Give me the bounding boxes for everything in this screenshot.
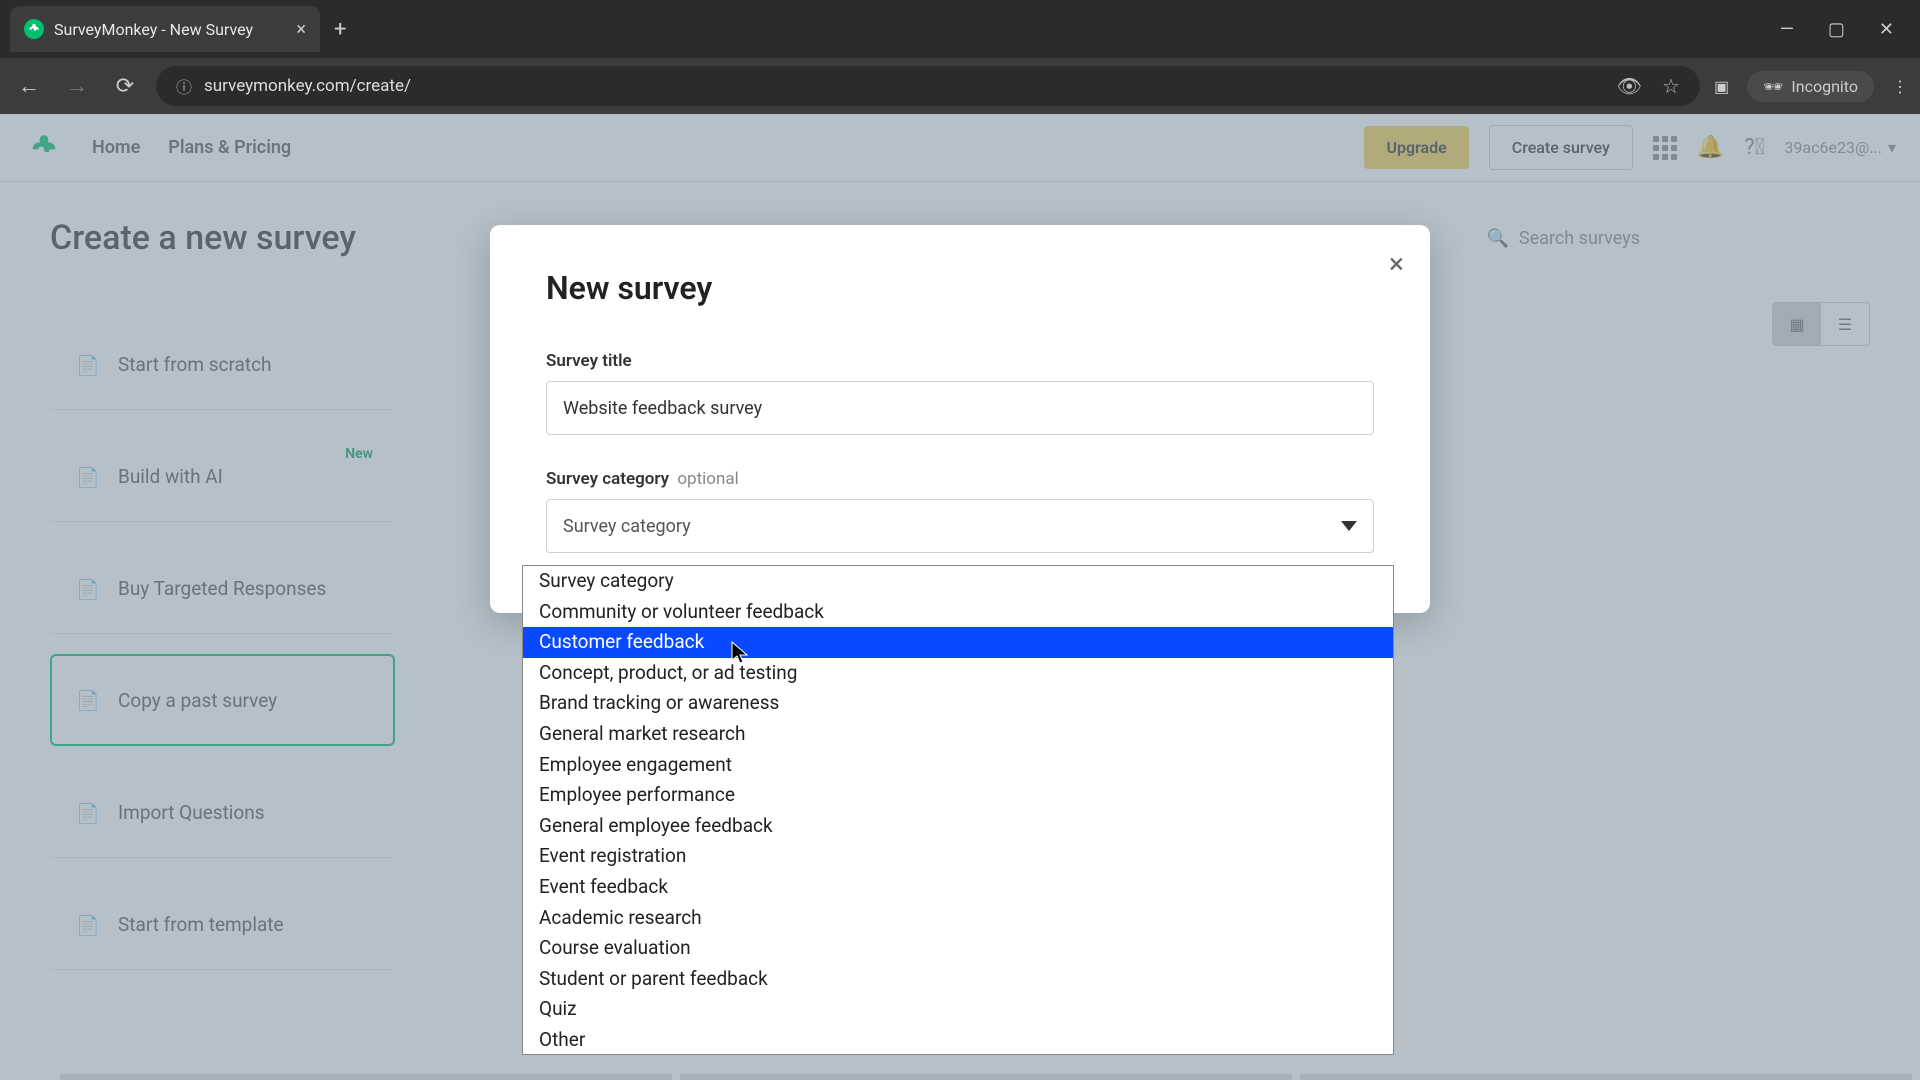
tab-title: SurveyMonkey - New Survey xyxy=(54,20,286,39)
dropdown-option[interactable]: Event registration xyxy=(523,841,1393,872)
dropdown-option[interactable]: Event feedback xyxy=(523,872,1393,903)
survey-category-label: Survey category optional xyxy=(546,469,1374,489)
dropdown-option[interactable]: Customer feedback xyxy=(523,627,1393,658)
menu-icon[interactable]: ⋮ xyxy=(1892,77,1908,96)
category-dropdown: Survey categoryCommunity or volunteer fe… xyxy=(522,565,1394,1055)
dropdown-option[interactable]: General market research xyxy=(523,719,1393,750)
dropdown-option[interactable]: Employee engagement xyxy=(523,750,1393,781)
bookmark-star-icon[interactable]: ☆ xyxy=(1662,74,1680,98)
dropdown-option[interactable]: Survey category xyxy=(523,566,1393,597)
survey-title-label: Survey title xyxy=(546,351,1374,371)
address-bar: ← → ⟳ ⓘ surveymonkey.com/create/ 👁 ☆ ▣ 🕶… xyxy=(0,58,1920,114)
dropdown-option[interactable]: Academic research xyxy=(523,903,1393,934)
incognito-icon: 🕶 xyxy=(1763,77,1783,96)
survey-category-select[interactable]: Survey category xyxy=(546,499,1374,553)
dropdown-option[interactable]: Course evaluation xyxy=(523,933,1393,964)
reload-icon[interactable]: ⟳ xyxy=(108,74,142,99)
back-icon[interactable]: ← xyxy=(12,73,46,99)
close-tab-icon[interactable]: × xyxy=(296,19,306,40)
dropdown-option[interactable]: Brand tracking or awareness xyxy=(523,688,1393,719)
incognito-indicator[interactable]: 🕶 Incognito xyxy=(1747,71,1874,102)
minimize-icon[interactable]: — xyxy=(1780,19,1794,40)
close-window-icon[interactable]: ✕ xyxy=(1879,19,1894,40)
url-text: surveymonkey.com/create/ xyxy=(204,76,1605,96)
dropdown-option[interactable]: Student or parent feedback xyxy=(523,964,1393,995)
close-modal-button[interactable]: × xyxy=(1389,247,1404,280)
survey-title-input[interactable] xyxy=(546,381,1374,435)
modal-title: New survey xyxy=(546,269,1374,307)
new-tab-button[interactable]: + xyxy=(334,17,346,42)
side-panel-icon[interactable]: ▣ xyxy=(1714,77,1729,96)
browser-tab-strip: SurveyMonkey - New Survey × + — ▢ ✕ xyxy=(0,0,1920,58)
dropdown-option[interactable]: Concept, product, or ad testing xyxy=(523,658,1393,689)
dropdown-option[interactable]: Other xyxy=(523,1025,1393,1055)
new-survey-modal: × New survey Survey title Survey categor… xyxy=(490,225,1430,613)
dropdown-option[interactable]: Quiz xyxy=(523,994,1393,1025)
caret-down-icon xyxy=(1341,521,1357,531)
site-info-icon[interactable]: ⓘ xyxy=(176,74,192,98)
dropdown-option[interactable]: General employee feedback xyxy=(523,811,1393,842)
surveymonkey-favicon xyxy=(24,19,44,39)
eye-off-icon[interactable]: 👁 xyxy=(1617,74,1642,98)
maximize-icon[interactable]: ▢ xyxy=(1828,19,1845,40)
dropdown-option[interactable]: Employee performance xyxy=(523,780,1393,811)
url-field[interactable]: ⓘ surveymonkey.com/create/ 👁 ☆ xyxy=(156,66,1700,106)
forward-icon: → xyxy=(60,73,94,99)
browser-tab[interactable]: SurveyMonkey - New Survey × xyxy=(10,6,320,52)
dropdown-option[interactable]: Community or volunteer feedback xyxy=(523,597,1393,628)
select-value: Survey category xyxy=(563,516,691,537)
